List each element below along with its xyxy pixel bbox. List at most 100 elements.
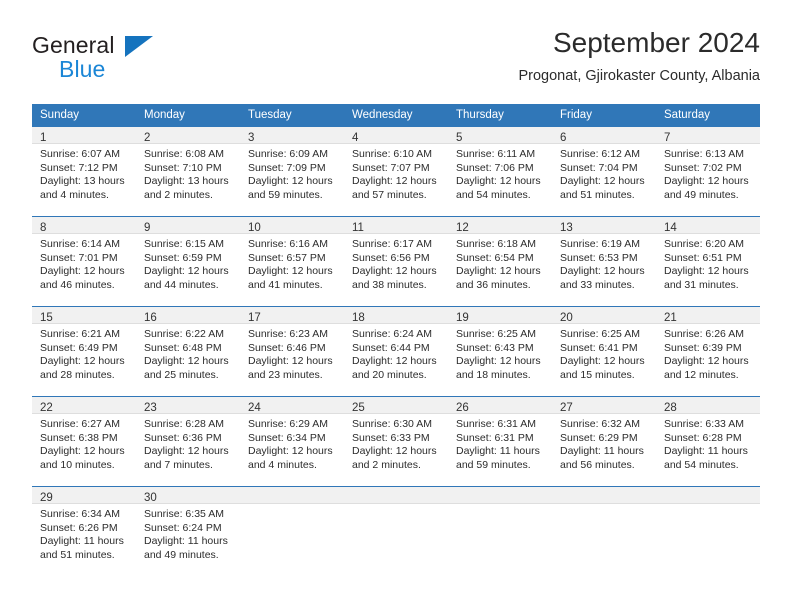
general-blue-logo[interactable]: General Blue [32,32,272,88]
daylight-duration-line1: Daylight: 12 hours [248,355,333,368]
calendar-day-cell[interactable]: 4 Sunrise: 6:10 AM Sunset: 7:07 PM Daylight… [344,127,448,216]
calendar-day-cell[interactable]: 9 Sunrise: 6:15 AM Sunset: 6:59 PM Daylight… [136,217,240,306]
day-details: Sunrise: 6:15 AM Sunset: 6:59 PM Daylight:… [136,234,240,292]
day-details: Sunrise: 6:18 AM Sunset: 6:54 PM Daylight:… [448,234,552,292]
calendar-day-cell[interactable]: 10 Sunrise: 6:16 AM Sunset: 6:57 PM Dayligh… [240,217,344,306]
calendar-day-cell[interactable]: 28 Sunrise: 6:33 AM Sunset: 6:28 PM Dayligh… [656,397,760,486]
calendar-day-cell[interactable]: 25 Sunrise: 6:30 AM Sunset: 6:33 PM Dayligh… [344,397,448,486]
sunset-time: Sunset: 6:43 PM [456,341,534,354]
day-number: 18 [352,312,365,324]
day-number: 7 [664,132,671,144]
calendar-day-cell[interactable]: 1 Sunrise: 6:07 AM Sunset: 7:12 PM Daylight… [32,127,136,216]
day-number-band: 8 [32,217,136,234]
calendar-day-cell[interactable]: 29 Sunrise: 6:34 AM Sunset: 6:26 PM Dayligh… [32,487,136,576]
day-details: Sunrise: 6:26 AM Sunset: 6:39 PM Daylight:… [656,324,760,382]
weekday-header-monday: Monday [144,109,185,121]
calendar-day-cell[interactable]: 30 Sunrise: 6:35 AM Sunset: 6:24 PM Dayligh… [136,487,240,576]
calendar-day-cell[interactable]: 24 Sunrise: 6:29 AM Sunset: 6:34 PM Dayligh… [240,397,344,486]
sunset-time: Sunset: 7:07 PM [352,161,430,174]
daylight-duration-line2: and 46 minutes. [40,278,115,291]
sunset-time: Sunset: 6:24 PM [144,521,222,534]
daylight-duration-line1: Daylight: 12 hours [352,265,437,278]
day-number: 25 [352,402,365,414]
day-number-band: 18 [344,307,448,324]
day-number-band: 21 [656,307,760,324]
daylight-duration-line1: Daylight: 11 hours [560,445,644,458]
calendar-day-cell[interactable]: 3 Sunrise: 6:09 AM Sunset: 7:09 PM Daylight… [240,127,344,216]
sunrise-time: Sunrise: 6:25 AM [560,328,640,340]
calendar-day-cell[interactable]: 16 Sunrise: 6:22 AM Sunset: 6:48 PM Dayligh… [136,307,240,396]
sunset-time: Sunset: 6:38 PM [40,431,118,444]
calendar-day-cell[interactable]: 22 Sunrise: 6:27 AM Sunset: 6:38 PM Dayligh… [32,397,136,486]
calendar-day-cell[interactable]: 8 Sunrise: 6:14 AM Sunset: 7:01 PM Daylight… [32,217,136,306]
day-details: Sunrise: 6:16 AM Sunset: 6:57 PM Daylight:… [240,234,344,292]
day-number-band: 20 [552,307,656,324]
day-number-band: 7 [656,127,760,144]
sunrise-time: Sunrise: 6:12 AM [560,148,640,160]
day-details: Sunrise: 6:25 AM Sunset: 6:41 PM Daylight:… [552,324,656,382]
day-number: 28 [664,402,677,414]
daylight-duration-line2: and 51 minutes. [560,188,635,201]
day-details: Sunrise: 6:29 AM Sunset: 6:34 PM Daylight:… [240,414,344,472]
day-number-band: 1 [32,127,136,144]
weekday-header-wednesday: Wednesday [352,109,413,121]
weekday-header-saturday: Saturday [664,109,711,121]
weekday-header-thursday: Thursday [456,109,504,121]
sunrise-time: Sunrise: 6:15 AM [144,238,224,250]
calendar-day-cell[interactable]: 5 Sunrise: 6:11 AM Sunset: 7:06 PM Daylight… [448,127,552,216]
calendar-day-cell[interactable]: 17 Sunrise: 6:23 AM Sunset: 6:46 PM Dayligh… [240,307,344,396]
calendar-day-cell[interactable]: 23 Sunrise: 6:28 AM Sunset: 6:36 PM Dayligh… [136,397,240,486]
day-number-band: 13 [552,217,656,234]
sunset-time: Sunset: 6:53 PM [560,251,638,264]
daylight-duration-line2: and 49 minutes. [664,188,739,201]
weekday-header-friday: Friday [560,109,592,121]
day-number-band: 12 [448,217,552,234]
day-number: 24 [248,402,261,414]
calendar-day-cell[interactable]: 11 Sunrise: 6:17 AM Sunset: 6:56 PM Dayligh… [344,217,448,306]
day-number-band: 25 [344,397,448,414]
page-title: September 2024 [552,27,760,58]
daylight-duration-line1: Daylight: 12 hours [560,355,645,368]
sunset-time: Sunset: 6:39 PM [664,341,742,354]
daylight-duration-line1: Daylight: 12 hours [248,175,333,188]
day-details: Sunrise: 6:33 AM Sunset: 6:28 PM Daylight:… [656,414,760,472]
sunrise-time: Sunrise: 6:22 AM [144,328,224,340]
calendar-day-cell[interactable]: 14 Sunrise: 6:20 AM Sunset: 6:51 PM Dayligh… [656,217,760,306]
calendar-day-cell[interactable]: 12 Sunrise: 6:18 AM Sunset: 6:54 PM Dayligh… [448,217,552,306]
day-number-band: 26 [448,397,552,414]
calendar-day-cell[interactable]: 18 Sunrise: 6:24 AM Sunset: 6:44 PM Dayligh… [344,307,448,396]
day-details: Sunrise: 6:21 AM Sunset: 6:49 PM Daylight:… [32,324,136,382]
sunrise-time: Sunrise: 6:08 AM [144,148,224,160]
calendar-day-cell[interactable]: 15 Sunrise: 6:21 AM Sunset: 6:49 PM Dayligh… [32,307,136,396]
sunrise-time: Sunrise: 6:09 AM [248,148,328,160]
day-details: Sunrise: 6:25 AM Sunset: 6:43 PM Daylight:… [448,324,552,382]
calendar-day-cell[interactable]: 7 Sunrise: 6:13 AM Sunset: 7:02 PM Daylight… [656,127,760,216]
calendar-day-cell[interactable]: 19 Sunrise: 6:25 AM Sunset: 6:43 PM Dayligh… [448,307,552,396]
daylight-duration-line1: Daylight: 13 hours [144,175,229,188]
calendar-day-cell[interactable]: 21 Sunrise: 6:26 AM Sunset: 6:39 PM Dayligh… [656,307,760,396]
daylight-duration-line2: and 36 minutes. [456,278,531,291]
calendar-day-cell-empty [240,487,344,576]
sunset-time: Sunset: 7:02 PM [664,161,742,174]
sunrise-time: Sunrise: 6:27 AM [40,418,120,430]
daylight-duration-line2: and 2 minutes. [352,458,421,471]
calendar-day-cell[interactable]: 2 Sunrise: 6:08 AM Sunset: 7:10 PM Daylight… [136,127,240,216]
calendar-day-cell[interactable]: 27 Sunrise: 6:32 AM Sunset: 6:29 PM Dayligh… [552,397,656,486]
sunset-time: Sunset: 6:49 PM [40,341,118,354]
calendar-day-cell[interactable]: 13 Sunrise: 6:19 AM Sunset: 6:53 PM Dayligh… [552,217,656,306]
daylight-duration-line2: and 4 minutes. [40,188,109,201]
day-details: Sunrise: 6:28 AM Sunset: 6:36 PM Daylight:… [136,414,240,472]
calendar-day-cell[interactable]: 20 Sunrise: 6:25 AM Sunset: 6:41 PM Dayligh… [552,307,656,396]
daylight-duration-line1: Daylight: 12 hours [248,265,333,278]
daylight-duration-line2: and 10 minutes. [40,458,115,471]
sunset-time: Sunset: 7:09 PM [248,161,326,174]
calendar-day-cell-empty [552,487,656,576]
sunrise-time: Sunrise: 6:30 AM [352,418,432,430]
calendar-day-cell[interactable]: 6 Sunrise: 6:12 AM Sunset: 7:04 PM Daylight… [552,127,656,216]
calendar-day-cell[interactable]: 26 Sunrise: 6:31 AM Sunset: 6:31 PM Dayligh… [448,397,552,486]
sunset-time: Sunset: 6:48 PM [144,341,222,354]
day-details: Sunrise: 6:07 AM Sunset: 7:12 PM Daylight:… [32,144,136,202]
day-details: Sunrise: 6:17 AM Sunset: 6:56 PM Daylight:… [344,234,448,292]
sunset-time: Sunset: 6:41 PM [560,341,638,354]
daylight-duration-line2: and 57 minutes. [352,188,427,201]
